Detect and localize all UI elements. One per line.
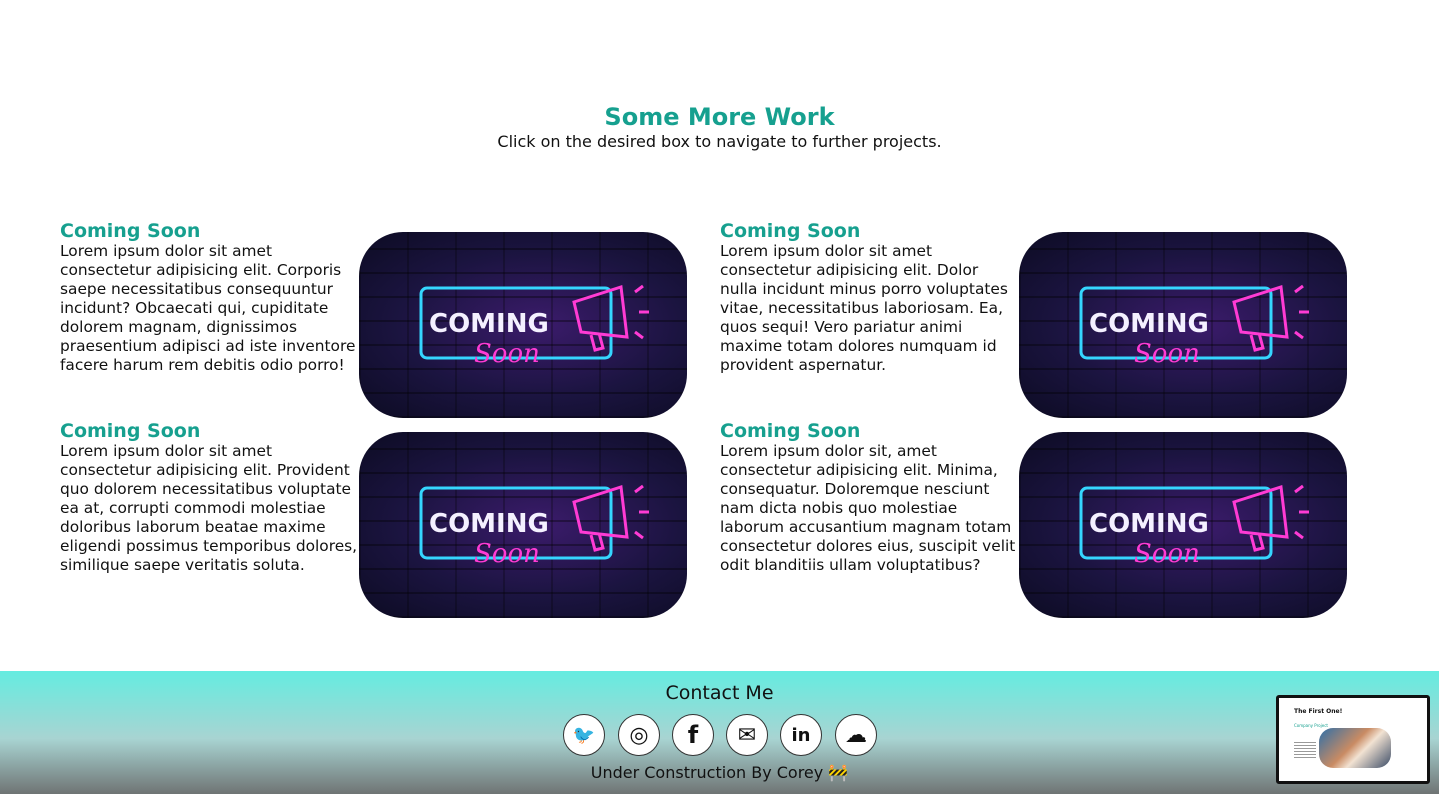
neon-text-coming: COMING bbox=[1089, 509, 1209, 539]
facebook-link[interactable]: f bbox=[672, 714, 714, 756]
project-card: Coming Soon Lorem ipsum dolor sit amet c… bbox=[720, 220, 1360, 418]
twitter-link[interactable]: 🐦 bbox=[563, 714, 605, 756]
neon-text-soon: Soon bbox=[1134, 339, 1200, 369]
section-subtitle: Click on the desired box to navigate to … bbox=[497, 132, 942, 151]
preview-text-lines bbox=[1294, 742, 1316, 760]
coming-soon-neon-image: COMING Soon bbox=[419, 284, 649, 369]
coming-soon-neon-image: COMING Soon bbox=[1079, 484, 1309, 569]
project-title: Coming Soon bbox=[720, 220, 861, 242]
project-text: Coming Soon Lorem ipsum dolor sit amet c… bbox=[60, 420, 358, 575]
project-text: Coming Soon Lorem ipsum dolor sit amet c… bbox=[720, 220, 1018, 375]
preview-image bbox=[1319, 728, 1391, 768]
project-title: Coming Soon bbox=[60, 420, 201, 442]
project-card: Coming Soon Lorem ipsum dolor sit amet c… bbox=[60, 420, 700, 618]
neon-text-soon: Soon bbox=[474, 539, 540, 569]
neon-text-coming: COMING bbox=[429, 309, 549, 339]
project-description: Lorem ipsum dolor sit, amet consectetur … bbox=[720, 442, 1016, 574]
coming-soon-neon-image: COMING Soon bbox=[1079, 284, 1309, 369]
neon-text-coming: COMING bbox=[1089, 309, 1209, 339]
instagram-link[interactable]: ◎ bbox=[618, 714, 660, 756]
preview-title: The First One! bbox=[1294, 708, 1343, 715]
project-description: Lorem ipsum dolor sit amet consectetur a… bbox=[720, 242, 1008, 374]
project-text: Coming Soon Lorem ipsum dolor sit, amet … bbox=[720, 420, 1018, 575]
preview-subtitle: Company Project bbox=[1294, 723, 1328, 728]
linkedin-icon: in bbox=[791, 724, 811, 746]
project-title: Coming Soon bbox=[720, 420, 861, 442]
project-text: Coming Soon Lorem ipsum dolor sit amet c… bbox=[60, 220, 358, 375]
project-card: Coming Soon Lorem ipsum dolor sit, amet … bbox=[720, 420, 1360, 618]
coming-soon-neon-image: COMING Soon bbox=[419, 484, 649, 569]
social-links: 🐦 ◎ f ✉ in ☁ bbox=[563, 714, 883, 756]
email-icon: ✉ bbox=[737, 722, 757, 748]
soundcloud-icon: ☁ bbox=[845, 722, 867, 748]
preview-thumbnail[interactable]: The First One! Company Project bbox=[1276, 695, 1430, 784]
instagram-icon: ◎ bbox=[629, 722, 649, 748]
project-image-link[interactable]: COMING Soon bbox=[359, 432, 687, 618]
soundcloud-link[interactable]: ☁ bbox=[835, 714, 877, 756]
neon-text-soon: Soon bbox=[1134, 539, 1200, 569]
project-image-link[interactable]: COMING Soon bbox=[359, 232, 687, 418]
neon-text-coming: COMING bbox=[429, 509, 549, 539]
section-title: Some More Work bbox=[604, 103, 835, 131]
neon-text-soon: Soon bbox=[474, 339, 540, 369]
project-description: Lorem ipsum dolor sit amet consectetur a… bbox=[60, 242, 356, 374]
project-card: Coming Soon Lorem ipsum dolor sit amet c… bbox=[60, 220, 700, 418]
project-image-link[interactable]: COMING Soon bbox=[1019, 232, 1347, 418]
footer-credit: Under Construction By Corey 🚧 bbox=[590, 763, 849, 782]
facebook-icon: f bbox=[687, 721, 699, 749]
project-image-link[interactable]: COMING Soon bbox=[1019, 432, 1347, 618]
linkedin-link[interactable]: in bbox=[780, 714, 822, 756]
contact-heading: Contact Me bbox=[665, 682, 774, 704]
email-link[interactable]: ✉ bbox=[726, 714, 768, 756]
footer: Contact Me 🐦 ◎ f ✉ in ☁ Under Constructi… bbox=[0, 671, 1439, 794]
twitter-icon: 🐦 bbox=[572, 724, 596, 746]
project-title: Coming Soon bbox=[60, 220, 201, 242]
project-description: Lorem ipsum dolor sit amet consectetur a… bbox=[60, 442, 358, 574]
